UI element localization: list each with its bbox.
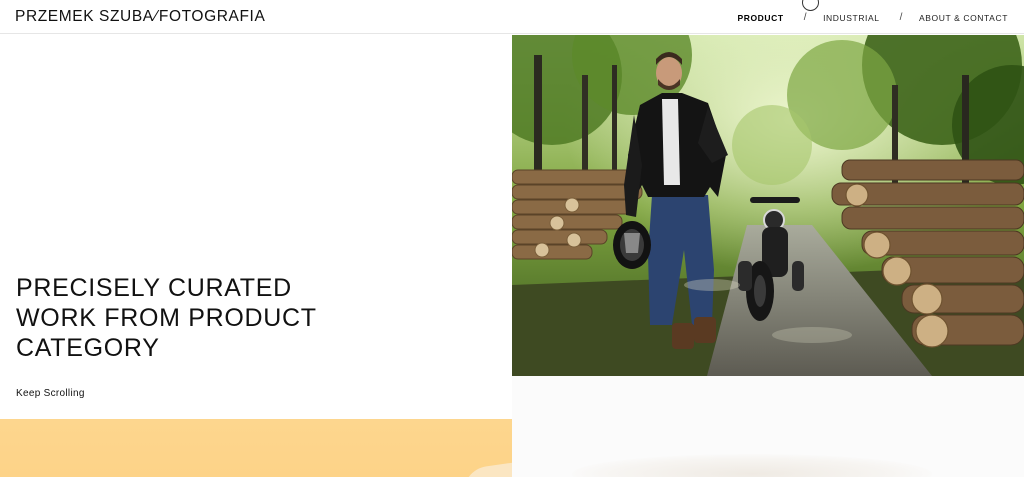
nav-industrial[interactable]: INDUSTRIAL [823, 13, 880, 23]
logo-separator: ⁄ [154, 8, 158, 25]
logo-tagline: FOTOGRAFIA [158, 8, 266, 25]
keep-scrolling-link[interactable]: Keep Scrolling [16, 388, 85, 399]
forest-motorcycle-image [512, 35, 1024, 376]
intro-section: PRECISELY CURATED WORK FROM PRODUCT CATE… [0, 35, 512, 419]
main-nav: PRODUCT / INDUSTRIAL / ABOUT & CONTACT [737, 12, 1008, 23]
custom-cursor-icon [802, 0, 819, 11]
product-thumbnail-yellow[interactable] [0, 419, 512, 477]
thumbnail-detail [460, 460, 512, 477]
next-project-preview [572, 454, 932, 477]
next-project-panel[interactable] [512, 376, 1024, 477]
site-header: PRZEMEK SZUBA ⁄ FOTOGRAFIA PRODUCT / IND… [0, 0, 1024, 34]
nav-product[interactable]: PRODUCT [737, 13, 783, 23]
page-headline: PRECISELY CURATED WORK FROM PRODUCT CATE… [16, 273, 376, 363]
site-logo[interactable]: PRZEMEK SZUBA ⁄ FOTOGRAFIA [15, 8, 265, 26]
headline-line: PRECISELY CURATED [16, 274, 292, 302]
nav-separator: / [899, 12, 904, 23]
page: PRZEMEK SZUBA ⁄ FOTOGRAFIA PRODUCT / IND… [0, 0, 1024, 477]
featured-photo[interactable] [512, 35, 1024, 376]
nav-separator: / [803, 12, 808, 23]
logo-name: PRZEMEK SZUBA [15, 8, 154, 25]
headline-line: WORK FROM PRODUCT [16, 304, 317, 332]
headline-line: CATEGORY [16, 334, 160, 362]
nav-about-contact[interactable]: ABOUT & CONTACT [919, 13, 1008, 23]
